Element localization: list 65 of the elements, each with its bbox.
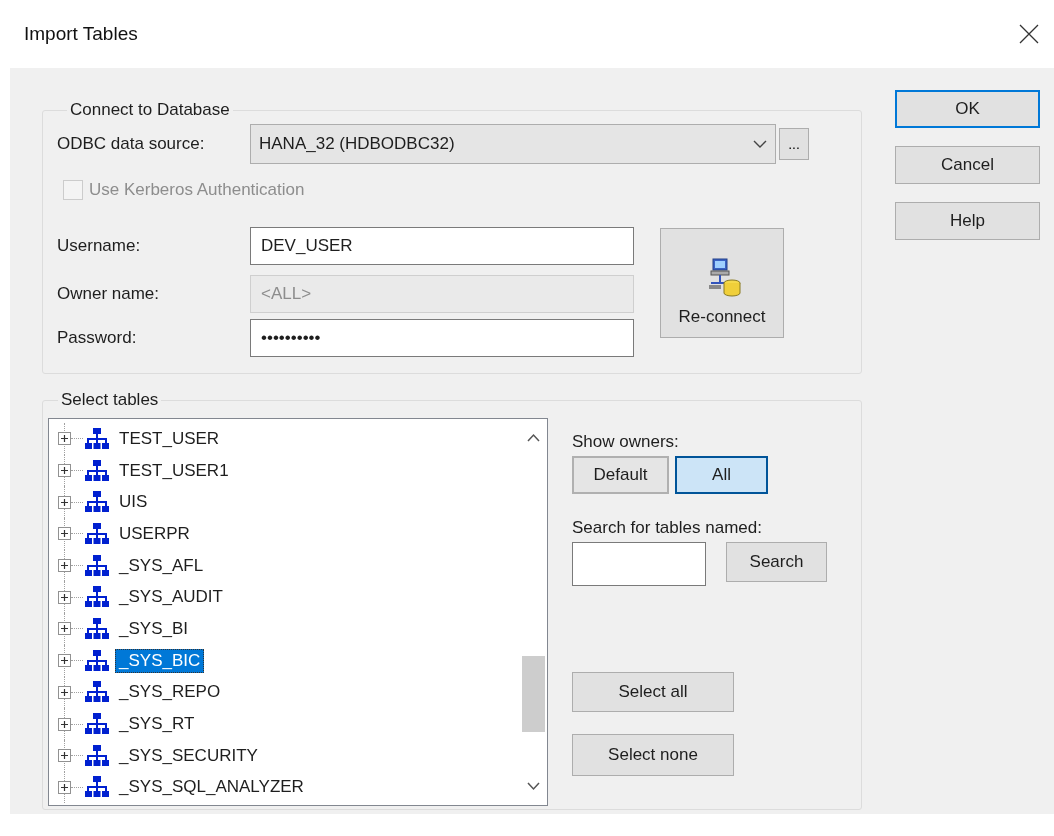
section-label: Show owners: [572, 432, 680, 452]
tree-item[interactable]: USERPR [115, 521, 194, 546]
toggle-button[interactable]: All [675, 456, 768, 494]
tree-item[interactable]: _SYS_SECURITY [115, 743, 262, 768]
hierarchy-icon [85, 776, 109, 799]
field-label: Password: [57, 328, 138, 348]
group-title: Select tables [60, 390, 160, 410]
hierarchy-icon [85, 522, 109, 545]
field-label: Username: [57, 236, 142, 256]
tree-item[interactable]: _SYS_AFL [115, 553, 208, 578]
select-none-button[interactable]: Select none [572, 734, 734, 776]
hierarchy-icon [85, 744, 109, 767]
hierarchy-icon [85, 459, 109, 482]
caret-icon [753, 139, 767, 149]
expand-icon[interactable] [58, 622, 71, 636]
hierarchy-icon [85, 713, 109, 736]
tree-item[interactable]: _SYS_BIC [115, 648, 205, 673]
hierarchy-icon [85, 681, 109, 704]
input-field[interactable]: •••••••••• [250, 319, 634, 357]
close-icon[interactable] [1018, 23, 1040, 45]
expand-icon[interactable] [58, 464, 71, 478]
expand-icon[interactable] [58, 685, 71, 699]
field-label: Owner name: [57, 284, 161, 304]
hierarchy-icon [85, 617, 109, 640]
field-label: ODBC data source: [57, 134, 206, 154]
group-title: Connect to Database [69, 100, 231, 120]
tree-item[interactable]: UIS [115, 490, 152, 515]
tree-item[interactable]: _SYS_SQL_ANALYZER [115, 775, 308, 800]
expand-icon[interactable] [58, 717, 71, 731]
field-label: Search for tables named: [572, 518, 763, 538]
toggle-button[interactable]: Default [572, 456, 669, 494]
hierarchy-icon [85, 427, 109, 450]
scroll-thumb[interactable] [522, 656, 545, 732]
tree-item[interactable]: _SYS_REPO [115, 680, 225, 705]
dialog-button[interactable]: Cancel [895, 146, 1040, 184]
tree-item[interactable]: TEST_USER1 [115, 458, 233, 483]
expand-icon[interactable] [58, 590, 71, 604]
hierarchy-icon [85, 586, 109, 609]
search-button[interactable]: Search [726, 542, 827, 582]
scroll-down-icon[interactable] [527, 782, 540, 791]
expand-icon[interactable] [58, 559, 71, 573]
expand-icon[interactable] [58, 654, 71, 668]
expand-icon[interactable] [58, 749, 71, 763]
tree-item[interactable]: TEST_USER [115, 426, 224, 451]
tree-item[interactable]: _SYS_RT [115, 712, 199, 737]
checkbox-label: Use Kerberos Authentication [89, 180, 305, 200]
select-all-button[interactable]: Select all [572, 672, 734, 712]
window-title: Import Tables [24, 23, 138, 45]
tree-item[interactable]: _SYS_AUDIT [115, 585, 227, 610]
expand-icon[interactable] [58, 527, 71, 541]
expand-icon[interactable] [58, 495, 71, 509]
dropdown[interactable]: HANA_32 (HDBODBC32) [250, 124, 776, 164]
tree-item[interactable]: _SYS_BI [115, 616, 192, 641]
dialog-button[interactable]: OK [895, 90, 1040, 128]
expand-icon[interactable] [58, 780, 71, 794]
hierarchy-icon [85, 649, 109, 672]
reconnect-button[interactable]: Re-connect [660, 228, 784, 338]
search-field[interactable] [572, 542, 706, 586]
browse-button[interactable]: ... [779, 128, 809, 160]
scroll-up-icon[interactable] [527, 433, 540, 442]
hierarchy-icon [85, 554, 109, 577]
dialog-button[interactable]: Help [895, 202, 1040, 240]
expand-icon[interactable] [58, 432, 71, 446]
hierarchy-icon [85, 491, 109, 514]
input-field[interactable]: DEV_USER [250, 227, 634, 265]
